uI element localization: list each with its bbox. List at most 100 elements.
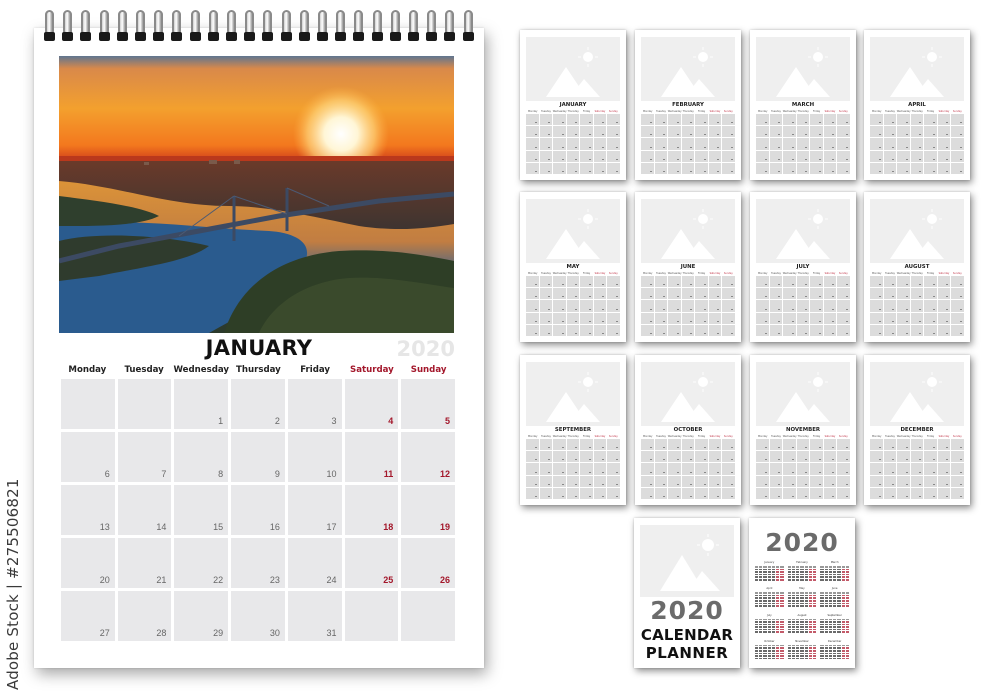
month-thumbnail-july[interactable]: JULY Monday Tuesday Wednesday Thursday Friday… [750, 192, 856, 342]
day-cell[interactable] [401, 591, 455, 641]
day-cell[interactable]: 21 [117, 538, 172, 588]
day-cell[interactable]: 11 [344, 432, 399, 482]
day-cell[interactable]: 6 [61, 432, 115, 482]
day-cell[interactable]: 1 [174, 379, 229, 429]
thumbnail-day-cell [654, 138, 668, 150]
thumbnail-day-cell [566, 312, 580, 324]
thumbnail-weekday: Sunday [952, 110, 962, 113]
thumbnail-day-cell [910, 487, 924, 499]
thumbnail-day-cell [937, 276, 951, 288]
thumbnail-day-cell [924, 126, 937, 138]
thumbnail-day-cell [910, 138, 924, 150]
thumbnail-day-cell [897, 150, 910, 162]
thumbnail-day-cell [566, 126, 580, 138]
thumbnail-weekday: Thursday [682, 272, 694, 275]
day-cell[interactable]: 10 [287, 432, 342, 482]
thumbnail-weekday: Friday [697, 272, 706, 275]
thumbnail-weekday-row: Monday Tuesday Wednesday Thursday Friday Satu… [526, 272, 620, 275]
day-cell[interactable]: 9 [231, 432, 285, 482]
thumbnail-month-name: MARCH [791, 102, 815, 108]
month-thumbnail-august[interactable]: AUGUST Monday Tuesday Wednesday Thursday Frid… [864, 192, 970, 342]
day-cell[interactable]: 30 [231, 591, 285, 641]
year-overview-thumbnail[interactable]: 2020 January February March April May June Jul… [749, 518, 855, 668]
thumbnail-day-cell [722, 114, 735, 126]
thumbnail-day-cell [607, 451, 620, 463]
day-cell[interactable]: 5 [401, 379, 455, 429]
day-number: 30 [269, 628, 280, 638]
thumbnail-day-cell [654, 324, 668, 336]
month-thumbnail-september[interactable]: SEPTEMBER Monday Tuesday Wednesday Thursday F… [520, 355, 626, 505]
day-cell[interactable]: 8 [174, 432, 229, 482]
day-cell[interactable]: 16 [231, 485, 285, 535]
day-cell[interactable]: 14 [117, 485, 172, 535]
thumbnail-day-cell [607, 475, 620, 487]
month-thumbnail-november[interactable]: NOVEMBER Monday Tuesday Wednesday Thursday Fr… [750, 355, 856, 505]
day-cell[interactable]: 26 [401, 538, 455, 588]
day-cell[interactable]: 13 [61, 485, 115, 535]
day-cell[interactable]: 3 [287, 379, 342, 429]
thumbnail-day-cell [756, 114, 769, 126]
thumbnail-day-cell [708, 451, 722, 463]
day-cell[interactable]: 24 [287, 538, 342, 588]
day-cell[interactable]: 27 [61, 591, 115, 641]
spiral-ring [444, 10, 456, 44]
thumbnail-day-cell [951, 276, 964, 288]
thumbnail-day-cell [722, 487, 735, 499]
thumbnail-day-cell [526, 138, 539, 150]
thumbnail-day-cell [897, 114, 910, 126]
day-number: 1 [218, 416, 224, 426]
thumbnail-day-cell [951, 324, 964, 336]
day-cell[interactable] [61, 379, 115, 429]
thumbnail-weekday: Tuesday [885, 110, 895, 113]
day-cell[interactable]: 22 [174, 538, 229, 588]
thumbnail-day-cell [681, 138, 695, 150]
day-cell[interactable]: 20 [61, 538, 115, 588]
day-cell[interactable]: 7 [117, 432, 172, 482]
thumbnail-day-cell [641, 463, 654, 475]
thumbnail-day-cell [539, 162, 553, 174]
day-cell[interactable] [344, 591, 399, 641]
month-thumbnail-june[interactable]: JUNE Monday Tuesday Wednesday Thursday Friday… [635, 192, 741, 342]
thumbnail-month-name: SEPTEMBER [554, 427, 592, 433]
thumbnail-weekday: Thursday [797, 435, 809, 438]
month-thumbnail-december[interactable]: DECEMBER Monday Tuesday Wednesday Thursday Fr… [864, 355, 970, 505]
thumbnail-day-cell [837, 451, 850, 463]
month-thumbnail-april[interactable]: APRIL Monday Tuesday Wednesday Thursday Frida… [864, 30, 970, 180]
day-cell[interactable]: 31 [287, 591, 342, 641]
month-thumbnail-may[interactable]: MAY Monday Tuesday Wednesday Thursday Friday S… [520, 192, 626, 342]
day-cell[interactable]: 23 [231, 538, 285, 588]
thumbnail-day-cell [870, 487, 883, 499]
thumbnail-day-cell [526, 288, 539, 300]
day-cell[interactable]: 28 [117, 591, 172, 641]
thumbnail-day-cell [870, 114, 883, 126]
thumbnail-day-cell [910, 162, 924, 174]
thumbnail-day-cell [641, 300, 654, 312]
thumbnail-day-cell [796, 324, 810, 336]
day-cell[interactable]: 19 [401, 485, 455, 535]
thumbnail-day-cell [910, 114, 924, 126]
thumbnail-day-cell [641, 150, 654, 162]
day-cell[interactable]: 4 [344, 379, 399, 429]
thumbnail-day-cell [897, 463, 910, 475]
day-cell[interactable]: 29 [174, 591, 229, 641]
thumbnail-day-cell [593, 463, 607, 475]
cover-page-thumbnail[interactable]: 2020 CALENDAR PLANNER [634, 518, 740, 668]
month-thumbnail-february[interactable]: FEBRUARY Monday Tuesday Wednesday Thursday Fr… [635, 30, 741, 180]
day-cell[interactable]: 18 [344, 485, 399, 535]
month-thumbnail-march[interactable]: MARCH Monday Tuesday Wednesday Thursday Frida… [750, 30, 856, 180]
month-thumbnail-january[interactable]: JANUARY Monday Tuesday Wednesday Thursday Fri… [520, 30, 626, 180]
thumbnail-day-cell [708, 463, 722, 475]
day-cell[interactable]: 15 [174, 485, 229, 535]
thumbnail-weekday-row: Monday Tuesday Wednesday Thursday Friday Satu… [641, 110, 735, 113]
day-cell[interactable] [117, 379, 172, 429]
day-cell[interactable]: 12 [401, 432, 455, 482]
thumbnail-day-cell [607, 162, 620, 174]
day-cell[interactable]: 2 [231, 379, 285, 429]
thumbnail-day-cell [539, 138, 553, 150]
month-thumbnail-october[interactable]: OCTOBER Monday Tuesday Wednesday Thursday Fri… [635, 355, 741, 505]
thumbnail-day-cell [539, 288, 553, 300]
thumbnail-weekday: Monday [757, 435, 768, 438]
thumbnail-day-cell [539, 487, 553, 499]
day-cell[interactable]: 25 [344, 538, 399, 588]
day-cell[interactable]: 17 [287, 485, 342, 535]
